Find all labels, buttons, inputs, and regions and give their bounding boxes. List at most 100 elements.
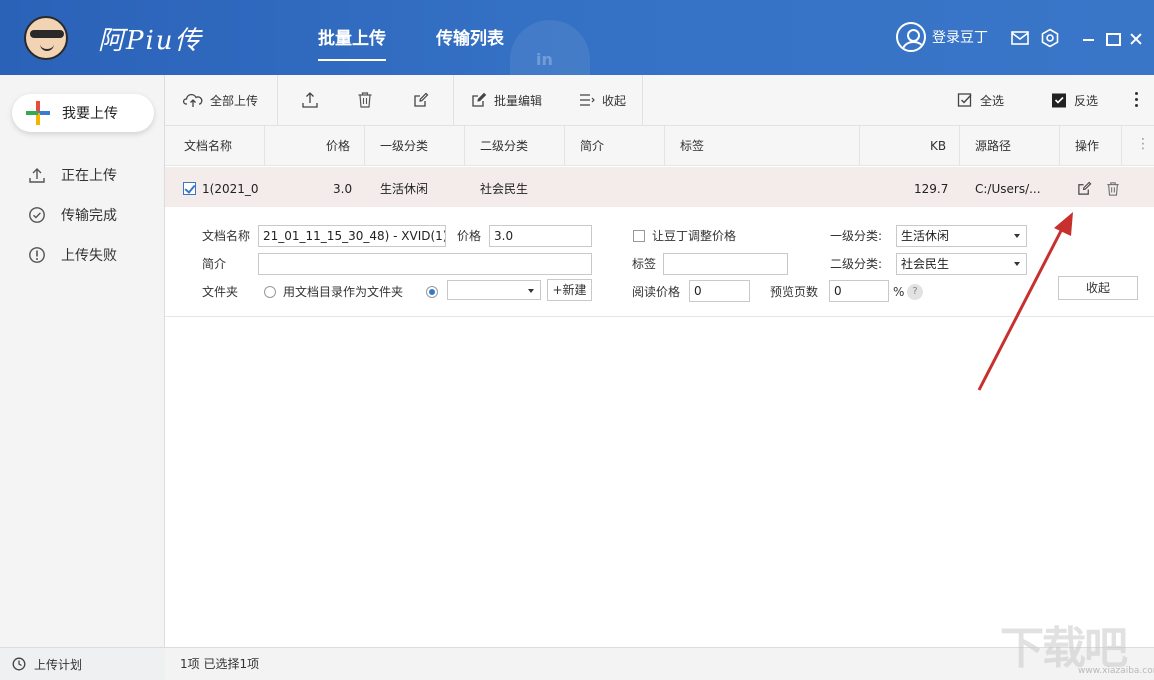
sidebar-item-uploading[interactable]: 正在上传 [28, 163, 117, 187]
sidebar-item-label: 传输完成 [61, 208, 117, 224]
detail-folder-label: 文件夹 [202, 285, 239, 299]
read-price-input[interactable]: 0 [689, 280, 750, 302]
category2-select[interactable]: 社会民生 [896, 253, 1027, 275]
top-tabs: 批量上传 传输列表 [318, 0, 554, 75]
invert-select-button[interactable]: 反选 [1051, 75, 1098, 125]
logo-face-icon [24, 16, 68, 60]
price-input[interactable]: 3.0 [489, 225, 592, 247]
sidebar: 我要上传 正在上传 传输完成 上传失败 上传计划 [0, 75, 165, 680]
tab-batch-upload[interactable]: 批量上传 [318, 0, 386, 75]
tab-transfer-list[interactable]: 传输列表 [436, 0, 504, 75]
column-settings-icon[interactable]: ⋮ [1136, 126, 1150, 166]
col-header-category2[interactable]: 二级分类 [480, 126, 528, 166]
upload-all-button[interactable]: 全部上传 [183, 75, 258, 125]
upload-plan-label: 上传计划 [34, 657, 83, 672]
detail-collapse-button[interactable]: 收起 [1058, 276, 1138, 300]
minimize-icon[interactable] [1078, 28, 1098, 48]
table-header: 文档名称 价格 一级分类 二级分类 简介 标签 KB 源路径 操作 ⋮ [165, 126, 1154, 166]
percent-label: % [893, 285, 905, 299]
folder-select[interactable] [447, 280, 541, 300]
settings-gear-icon[interactable] [1040, 28, 1060, 48]
preview-pages-input[interactable]: 0 [829, 280, 889, 302]
row-edit-icon[interactable] [1077, 181, 1092, 197]
edit-icon [414, 92, 429, 107]
trash-icon [358, 92, 372, 108]
col-header-category1[interactable]: 一级分类 [380, 126, 428, 166]
maximize-icon[interactable] [1102, 28, 1122, 48]
my-upload-button[interactable]: 我要上传 [12, 94, 154, 132]
sidebar-item-failed[interactable]: 上传失败 [28, 243, 117, 267]
table-row[interactable]: 1(2021_0 3.0 生活休闲 社会民生 129.7 C:/Users/..… [165, 167, 1154, 207]
cell-name: 1(2021_0 [202, 182, 259, 196]
col-header-kb[interactable]: KB [930, 126, 946, 166]
batch-edit-button[interactable]: 批量编辑 [471, 75, 542, 125]
intro-input[interactable] [258, 253, 592, 275]
col-header-ops: 操作 [1075, 139, 1100, 153]
upload-button[interactable] [301, 75, 319, 125]
detail-price-label: 价格 [457, 229, 482, 243]
app-logo: 阿Piu传 [24, 12, 203, 64]
collapse-icon [580, 94, 595, 106]
cell-path: C:/Users/... [975, 182, 1041, 196]
colorful-plus-icon [26, 101, 50, 125]
collapse-all-button[interactable]: 收起 [579, 75, 626, 125]
login-button[interactable]: 登录豆丁 [896, 22, 988, 52]
category1-select[interactable]: 生活休闲 [896, 225, 1027, 247]
sidebar-item-completed[interactable]: 传输完成 [28, 203, 117, 227]
folder-dir-radio[interactable] [264, 286, 276, 298]
logo-text: 阿Piu传 [98, 25, 203, 56]
read-price-label: 阅读价格 [632, 285, 681, 299]
adjust-price-label: 让豆丁调整价格 [652, 229, 737, 243]
my-upload-label: 我要上传 [62, 106, 118, 122]
upload-all-label: 全部上传 [210, 93, 259, 108]
upload-icon [302, 92, 318, 108]
adjust-price-checkbox[interactable] [633, 230, 645, 242]
status-bar: 1项 已选择1项 [165, 647, 1154, 680]
help-icon[interactable]: ? [907, 284, 923, 300]
category2-label: 二级分类: [830, 257, 883, 271]
category1-label: 一级分类: [830, 229, 883, 243]
upload-arrow-icon [28, 166, 46, 184]
invert-select-icon [1052, 93, 1066, 108]
title-bar: in 阿Piu传 批量上传 传输列表 登录豆丁 [0, 0, 1154, 75]
doc-name-input[interactable]: 21_01_11_15_30_48) - XVID(1)(1) [258, 225, 446, 247]
delete-button[interactable] [357, 75, 373, 125]
col-header-path[interactable]: 源路径 [975, 126, 1011, 166]
alert-circle-icon [28, 246, 46, 264]
check-circle-icon [28, 206, 46, 224]
collapse-label: 收起 [602, 93, 627, 108]
login-label: 登录豆丁 [932, 30, 988, 46]
cell-price: 3.0 [333, 182, 353, 196]
detail-intro-label: 简介 [202, 257, 227, 271]
batch-edit-icon [472, 92, 487, 107]
detail-tags-label: 标签 [632, 257, 657, 271]
edit-button[interactable] [413, 75, 429, 125]
batch-edit-label: 批量编辑 [494, 93, 543, 108]
tags-input[interactable] [663, 253, 788, 275]
col-header-price[interactable]: 价格 [326, 126, 350, 166]
select-all-icon [957, 93, 972, 107]
col-header-tags[interactable]: 标签 [680, 126, 704, 166]
col-header-intro[interactable]: 简介 [580, 126, 604, 166]
new-folder-button[interactable]: +新建 [547, 279, 592, 301]
cell-category1: 生活休闲 [380, 182, 429, 196]
cloud-upload-icon [183, 93, 203, 107]
folder-dir-option-label: 用文档目录作为文件夹 [283, 285, 404, 299]
mail-icon[interactable] [1010, 28, 1030, 48]
cell-category2: 社会民生 [480, 182, 529, 196]
clock-icon [12, 657, 26, 671]
close-icon[interactable] [1126, 28, 1146, 48]
select-all-label: 全选 [980, 93, 1005, 108]
toolbar: 全部上传 批量编辑 收起 全选 反选 [165, 75, 1154, 126]
invert-select-label: 反选 [1074, 93, 1099, 108]
upload-plan-button[interactable]: 上传计划 [0, 647, 165, 680]
row-delete-icon[interactable] [1106, 181, 1120, 197]
select-all-button[interactable]: 全选 [957, 75, 1004, 125]
folder-custom-radio[interactable] [426, 286, 438, 298]
preview-pages-label: 预览页数 [770, 285, 819, 299]
more-menu-icon[interactable] [1135, 92, 1139, 108]
user-avatar-icon [896, 22, 926, 52]
col-header-name[interactable]: 文档名称 [184, 126, 232, 166]
row-checkbox[interactable] [183, 182, 196, 195]
detail-name-label: 文档名称 [202, 229, 251, 243]
